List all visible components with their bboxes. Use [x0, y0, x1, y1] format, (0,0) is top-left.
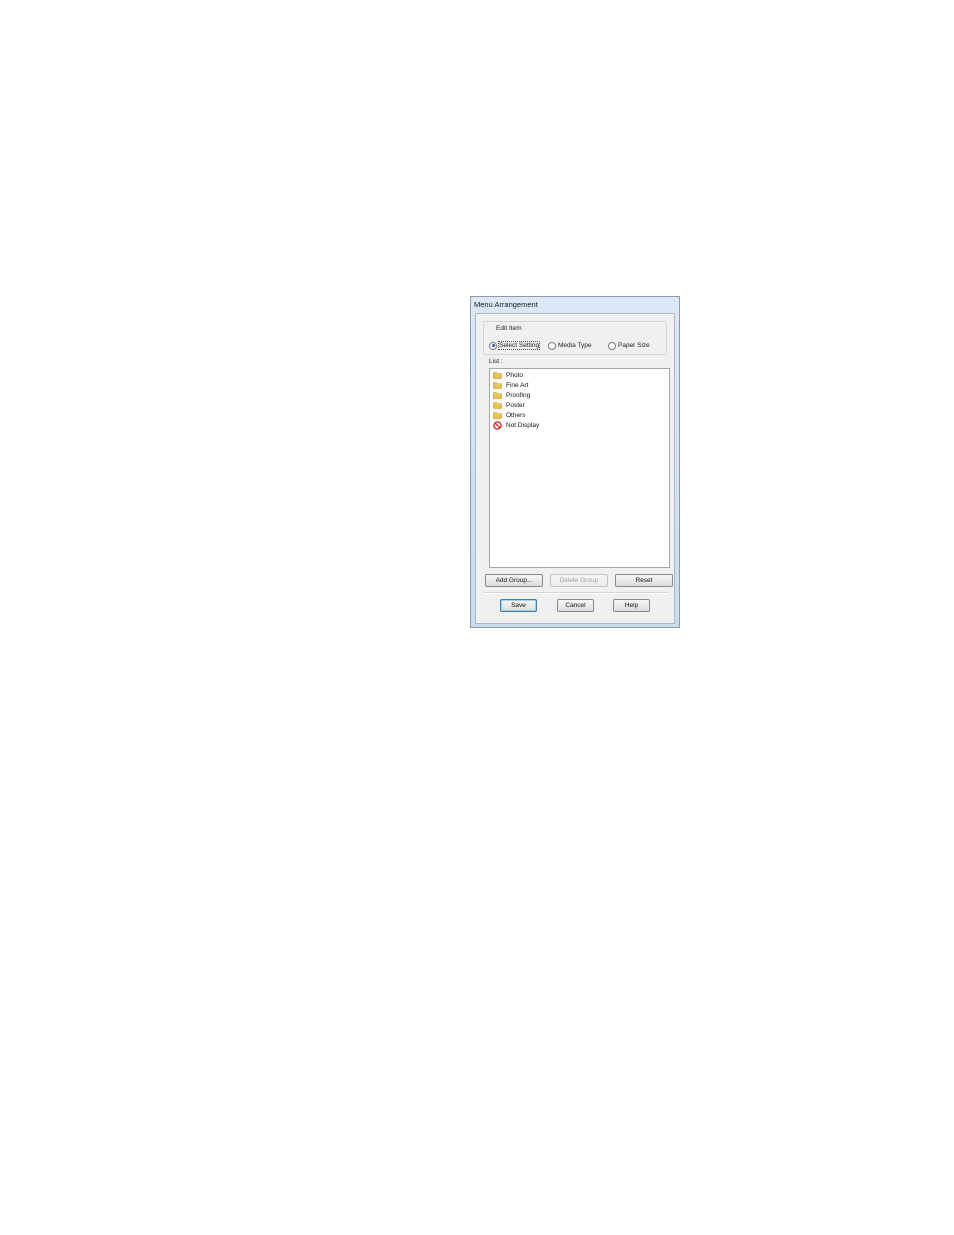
radio-paper-size-label: Paper Size — [618, 342, 650, 349]
radio-media-type[interactable]: Media Type — [548, 341, 591, 350]
edit-item-label: Edit Item — [495, 325, 523, 332]
radio-media-type-label: Media Type — [558, 342, 592, 349]
add-group-button[interactable]: Add Group... — [485, 574, 543, 587]
dialog-title: Menu Arrangement — [474, 300, 538, 309]
list-item-label: Others — [506, 411, 526, 419]
list-item-photo[interactable]: Photo — [490, 370, 669, 380]
radio-unchecked-indicator — [548, 341, 556, 350]
radio-select-setting-label: Select Setting — [497, 341, 541, 350]
delete-group-button[interactable]: Delete Group — [550, 574, 608, 587]
folder-icon — [493, 381, 502, 389]
cancel-button[interactable]: Cancel — [557, 599, 594, 612]
dialog-client-area: Edit Item Select Setting Media Type Pape… — [475, 313, 675, 624]
folder-icon — [493, 371, 502, 379]
list-item-fine-art[interactable]: Fine Art — [490, 380, 669, 390]
radio-select-setting[interactable]: Select Setting — [489, 341, 541, 350]
list-item-proofing[interactable]: Proofing — [490, 390, 669, 400]
folder-icon — [493, 411, 502, 419]
edit-item-group: Edit Item Select Setting Media Type Pape… — [483, 321, 667, 355]
button-separator — [483, 592, 667, 594]
list-item-label: Not Display — [506, 421, 540, 429]
list-item-not-display[interactable]: Not Display — [490, 420, 669, 430]
radio-paper-size[interactable]: Paper Size — [608, 341, 650, 350]
list-item-label: Proofing — [506, 391, 531, 399]
not-display-icon — [493, 420, 502, 430]
list-item-poster[interactable]: Poster — [490, 400, 669, 410]
menu-list-box[interactable]: Photo Fine Art Proofing Poster Others No… — [489, 368, 670, 568]
menu-arrangement-dialog: Menu Arrangement Edit Item Select Settin… — [470, 296, 680, 628]
list-item-label: Poster — [506, 401, 525, 409]
help-button[interactable]: Help — [613, 599, 650, 612]
folder-icon — [493, 401, 502, 409]
radio-unchecked-indicator — [608, 341, 616, 350]
radio-checked-indicator — [489, 341, 497, 350]
list-item-label: Photo — [506, 371, 523, 379]
list-label: List : — [489, 358, 503, 365]
list-item-label: Fine Art — [506, 381, 529, 389]
folder-icon — [493, 391, 502, 399]
reset-button[interactable]: Reset — [615, 574, 673, 587]
list-item-others[interactable]: Others — [490, 410, 669, 420]
save-button[interactable]: Save — [500, 599, 537, 612]
